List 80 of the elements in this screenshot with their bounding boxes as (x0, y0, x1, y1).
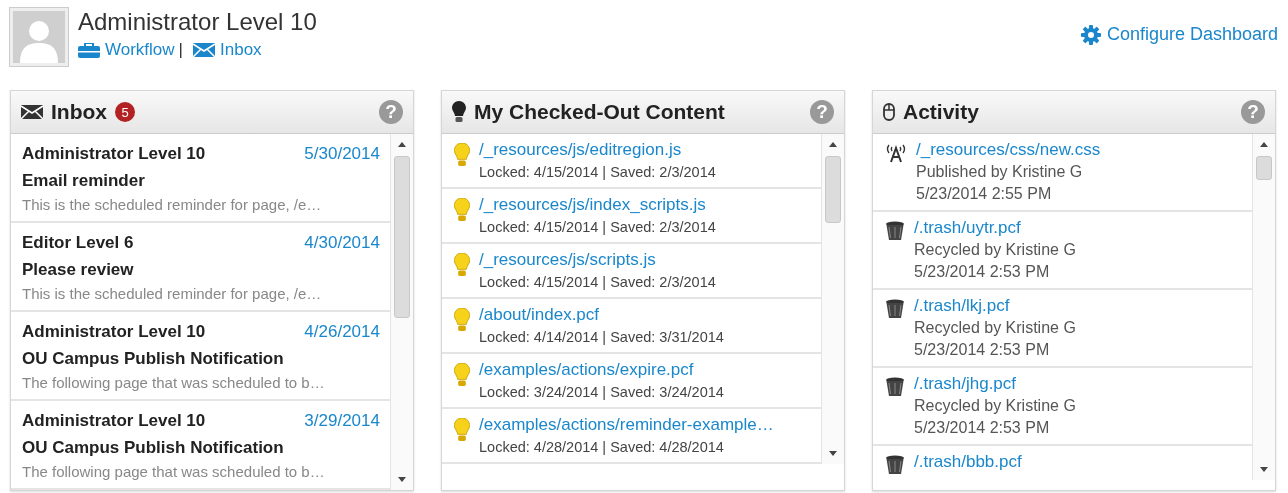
message-subject: Email reminder (22, 170, 146, 192)
activity-time: 5/23/2014 2:53 PM (914, 340, 1051, 360)
broadcast-icon (885, 143, 907, 163)
mouse-icon (883, 103, 895, 121)
message-sender: Administrator Level 10 (22, 410, 206, 432)
message-date: 3/29/2014 (304, 410, 380, 432)
panel-title: My Checked-Out Content (474, 100, 725, 124)
user-name: Administrator Level 10 (78, 8, 317, 36)
activity-action: Recycled by Kristine G (914, 240, 1076, 260)
activity-action: Published by Kristine G (916, 162, 1084, 182)
message-subject: OU Campus Publish Notification (22, 348, 285, 370)
lock-info: Locked: 4/28/2014 | Saved: 4/28/2014 (479, 438, 725, 457)
file-path-link[interactable]: /.trash/bbb.pcf (914, 452, 1022, 471)
avatar-placeholder (10, 8, 68, 66)
trash-icon (885, 377, 905, 397)
trash-icon (885, 221, 905, 241)
lightbulb-icon (452, 101, 466, 123)
lock-info: Locked: 4/15/2014 | Saved: 2/3/2014 (479, 163, 716, 182)
workflow-link[interactable]: Workflow (78, 40, 175, 60)
briefcase-icon (78, 42, 100, 58)
lightbulb-icon (454, 198, 470, 222)
checked-out-item[interactable]: /_resources/js/scripts.js Locked: 4/15/2014 | Saved: 2/3/2014 (442, 244, 821, 299)
file-path-link[interactable]: /_resources/js/scripts.js (479, 250, 656, 269)
checked-out-item[interactable]: /examples/actions/reminder-example… Locked: 4/28/2014 | Saved: 4/28/2014 (442, 409, 821, 464)
scrollbar[interactable] (821, 134, 844, 464)
unread-count-badge: 5 (115, 102, 135, 122)
message-date: 5/30/2014 (304, 143, 380, 165)
file-path-link[interactable]: /_resources/js/editregion.js (479, 140, 682, 159)
file-path-link[interactable]: /examples/actions/reminder-example… (479, 415, 774, 434)
configure-dashboard-link[interactable]: Configure Dashboard (1080, 24, 1278, 45)
panel-title: Inbox (51, 100, 107, 124)
file-path-link[interactable]: /.trash/lkj.pcf (914, 296, 1010, 315)
scrollbar[interactable] (1252, 134, 1275, 480)
message-preview: This is the scheduled reminder for page, /e… (22, 284, 323, 304)
file-path-link[interactable]: /about/index.pcf (479, 305, 600, 324)
message-subject: OU Campus Publish Notification (22, 437, 285, 459)
lock-info: Locked: 3/24/2014 | Saved: 3/24/2014 (479, 383, 724, 402)
message-subject: Please review (22, 259, 135, 281)
file-path-link[interactable]: /examples/actions/expire.pcf (479, 360, 694, 379)
activity-item[interactable]: /.trash/bbb.pcf (873, 446, 1252, 480)
trash-icon (885, 299, 905, 319)
envelope-icon (193, 43, 215, 57)
activity-time: 5/23/2014 2:53 PM (914, 262, 1051, 282)
inbox-link[interactable]: Inbox (193, 40, 262, 60)
file-path-link[interactable]: /_resources/css/new.css (916, 140, 1101, 159)
file-path-link[interactable]: /_resources/js/index_scripts.js (479, 195, 706, 214)
panel-title: Activity (903, 100, 979, 124)
message-preview: The following page that was scheduled to b… (22, 462, 326, 482)
lightbulb-icon (454, 363, 470, 387)
lightbulb-icon (454, 143, 470, 167)
message-sender: Administrator Level 10 (22, 321, 206, 343)
file-path-link[interactable]: /.trash/jhg.pcf (914, 374, 1017, 393)
lightbulb-icon (454, 308, 470, 332)
trash-icon (885, 455, 905, 475)
help-icon[interactable]: ? (379, 100, 403, 124)
scrollbar[interactable] (390, 134, 413, 490)
message-sender: Administrator Level 10 (22, 143, 206, 165)
link-separator: | (178, 40, 183, 60)
lock-info: Locked: 4/14/2014 | Saved: 3/31/2014 (479, 328, 724, 347)
message-sender: Editor Level 6 (22, 232, 134, 254)
message-date: 4/30/2014 (304, 232, 380, 254)
checked-out-item[interactable]: /examples/actions/expire.pcf Locked: 3/24/2014 | Saved: 3/24/2014 (442, 354, 821, 409)
checked-out-item[interactable]: /about/index.pcf Locked: 4/14/2014 | Saved: 3/31/2014 (442, 299, 821, 354)
activity-action: Recycled by Kristine G (914, 318, 1076, 338)
activity-action: Recycled by Kristine G (914, 396, 1076, 416)
checked-out-item[interactable]: /_resources/js/index_scripts.js Locked: 4/15/2014 | Saved: 2/3/2014 (442, 189, 821, 244)
envelope-icon (21, 105, 43, 119)
message-date: 4/26/2014 (304, 321, 380, 343)
activity-time: 5/23/2014 2:53 PM (914, 418, 1051, 438)
lightbulb-icon (454, 253, 470, 277)
lock-info: Locked: 4/15/2014 | Saved: 2/3/2014 (479, 273, 716, 292)
help-icon[interactable]: ? (810, 100, 834, 124)
lock-info: Locked: 4/15/2014 | Saved: 2/3/2014 (479, 218, 716, 237)
file-path-link[interactable]: /.trash/uytr.pcf (914, 218, 1021, 237)
lightbulb-icon (454, 418, 470, 442)
message-preview: The following page that was scheduled to b… (22, 373, 326, 393)
message-preview: This is the scheduled reminder for page, /e… (22, 195, 323, 215)
help-icon[interactable]: ? (1241, 100, 1265, 124)
checked-out-item[interactable]: /_resources/js/editregion.js Locked: 4/15/2014 | Saved: 2/3/2014 (442, 134, 821, 189)
activity-time: 5/23/2014 2:55 PM (916, 184, 1053, 204)
